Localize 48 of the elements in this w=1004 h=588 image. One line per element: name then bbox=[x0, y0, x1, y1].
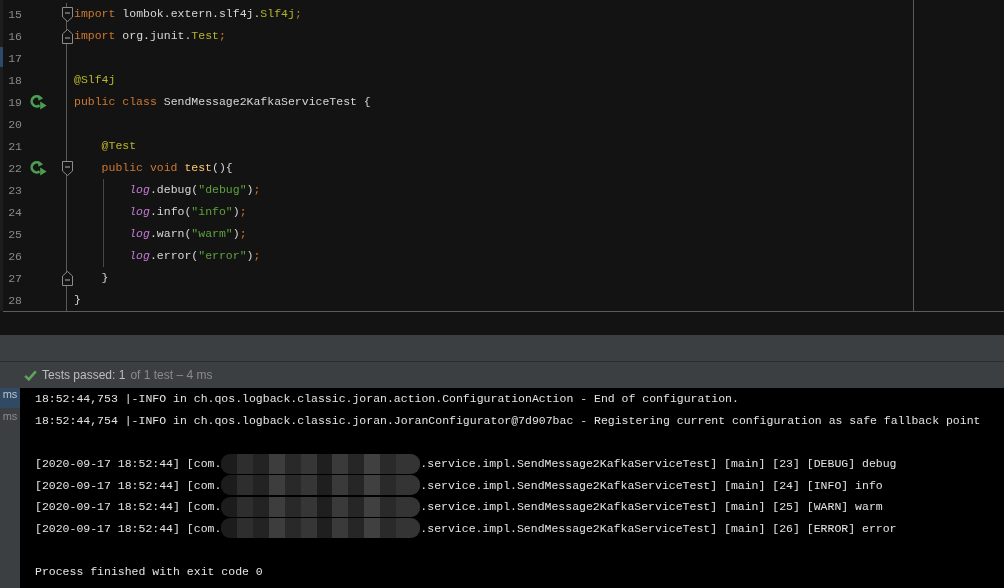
code-line: public class SendMessage2KafkaServiceTest { bbox=[74, 94, 371, 110]
fold-marker-icon[interactable] bbox=[61, 270, 73, 286]
line-number: 21 bbox=[7, 139, 23, 153]
line-number: 18 bbox=[7, 73, 23, 87]
code-line: log.debug("debug"); bbox=[129, 182, 261, 198]
status-detail: of 1 test – 4 ms bbox=[130, 368, 213, 382]
line-number: 15 bbox=[7, 7, 23, 21]
console-line: .service.impl.SendMessage2KafkaServiceTest] [main] [23] [DEBUG] debug bbox=[420, 457, 897, 471]
console-line: .service.impl.SendMessage2KafkaServiceTest] [main] [26] [ERROR] error bbox=[420, 521, 897, 535]
code-line: log.warn("warm"); bbox=[129, 226, 247, 242]
console-line: 18:52:44,753 |-INFO in ch.qos.logback.classic.joran.action.ConfigurationAction - End of configuration. bbox=[35, 392, 739, 406]
line-number: 23 bbox=[7, 183, 23, 197]
fold-marker-icon[interactable] bbox=[61, 160, 73, 176]
console-line: [2020-09-17 18:52:44] [com. bbox=[35, 521, 222, 535]
line-number: 22 bbox=[7, 161, 23, 175]
console-line: [2020-09-17 18:52:44] [com. bbox=[35, 457, 222, 471]
fold-marker-icon[interactable] bbox=[61, 6, 73, 22]
code-line: public void test(){ bbox=[101, 160, 233, 176]
code-line: @Slf4j bbox=[74, 72, 116, 88]
line-number: 28 bbox=[7, 293, 23, 307]
code-line: } bbox=[74, 292, 81, 308]
console-line: 18:52:44,754 |-INFO in ch.qos.logback.classic.joran.JoranConfigurator@7d907bac - Registering current configuration as safe fallback point bbox=[35, 413, 981, 427]
fold-marker-icon[interactable] bbox=[61, 28, 73, 44]
test-tree-item[interactable]: ms bbox=[0, 409, 20, 430]
line-number: 27 bbox=[7, 271, 23, 285]
console-line: Process finished with exit code 0 bbox=[35, 565, 263, 579]
console-line: [2020-09-17 18:52:44] [com. bbox=[35, 478, 222, 492]
line-number: 25 bbox=[7, 227, 23, 241]
line-number: 26 bbox=[7, 249, 23, 263]
line-number: 19 bbox=[7, 95, 23, 109]
line-number: 24 bbox=[7, 205, 23, 219]
run-icon[interactable] bbox=[30, 160, 47, 176]
edge-marker bbox=[0, 47, 3, 67]
code-line: import lombok.extern.slf4j.Slf4j; bbox=[74, 6, 302, 22]
run-icon[interactable] bbox=[30, 94, 47, 110]
line-number: 17 bbox=[7, 51, 23, 65]
line-number: 16 bbox=[7, 29, 23, 43]
console-line: .service.impl.SendMessage2KafkaServiceTest] [main] [25] [WARN] warm bbox=[420, 500, 883, 514]
code-line: log.error("error"); bbox=[129, 248, 261, 264]
status-summary: Tests passed: 1 bbox=[42, 368, 126, 382]
code-line: @Test bbox=[101, 138, 137, 154]
console-line: .service.impl.SendMessage2KafkaServiceTest] [main] [24] [INFO] info bbox=[420, 478, 883, 492]
line-number: 20 bbox=[7, 117, 23, 131]
console-line: [2020-09-17 18:52:44] [com. bbox=[35, 500, 222, 514]
test-tree-item[interactable]: ms bbox=[0, 388, 20, 408]
code-line: } bbox=[101, 270, 109, 286]
code-line: log.info("info"); bbox=[129, 204, 247, 220]
code-line: import org.junit.Test; bbox=[74, 28, 226, 44]
